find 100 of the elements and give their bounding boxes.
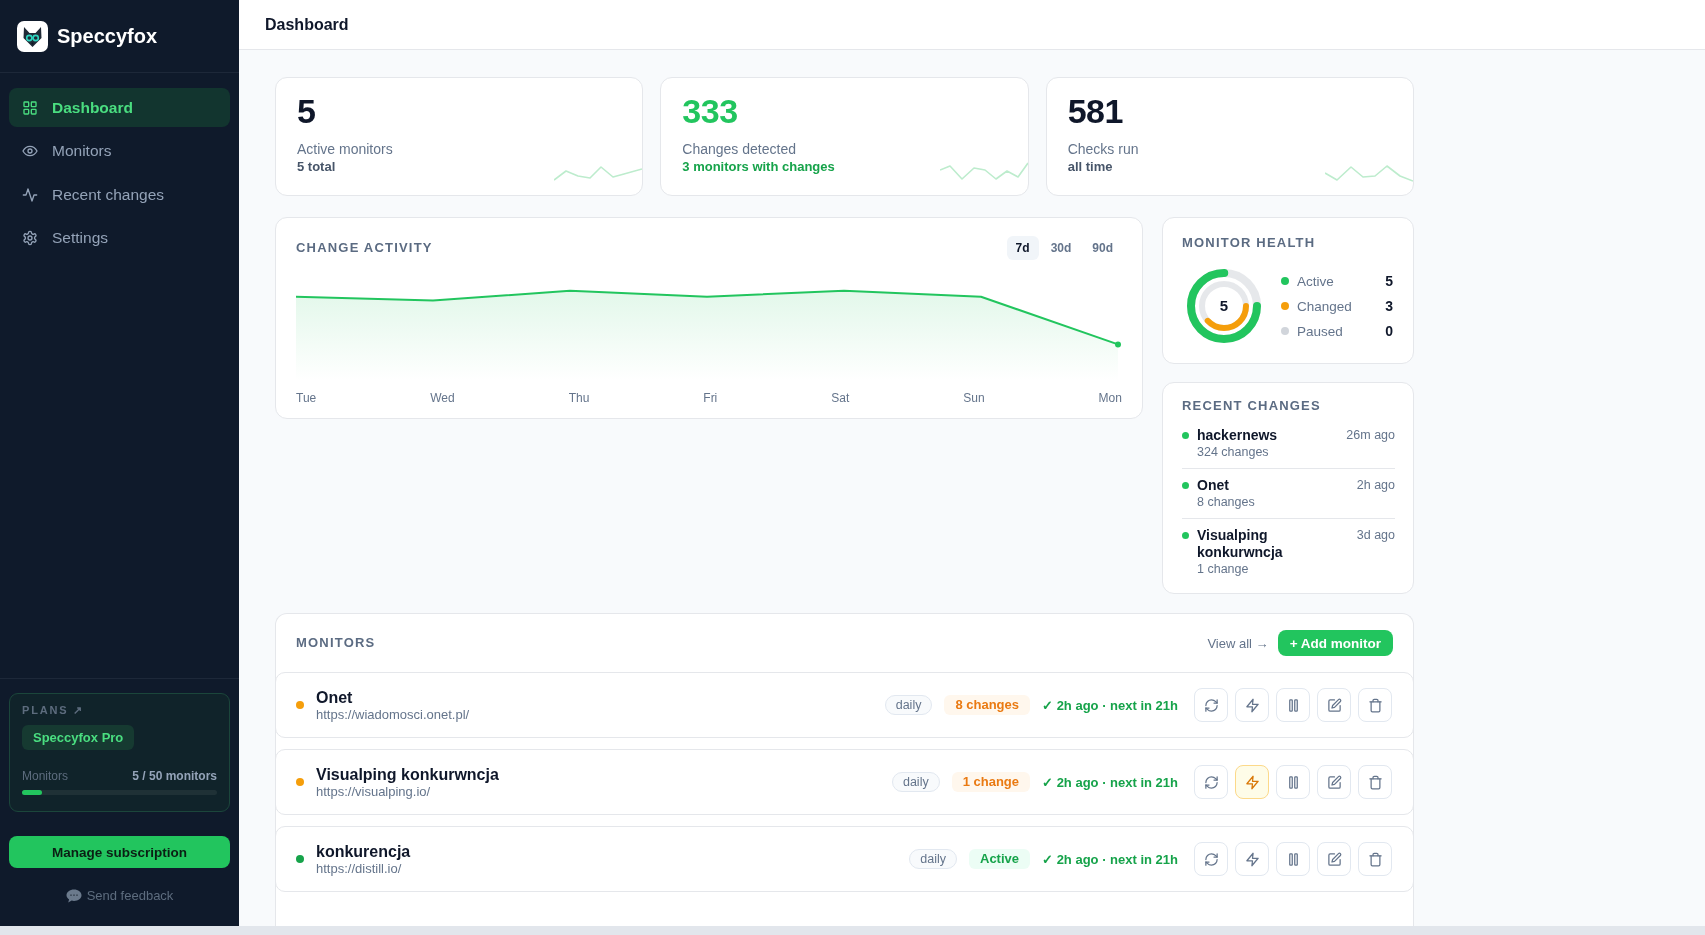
delete-button[interactable] [1358,688,1392,722]
monitor-url: https://visualping.io/ [316,783,432,800]
change-time: 3d ago [1356,527,1395,544]
monitor-name: Visualping konkurwncja [316,764,499,784]
change-monitor-name: hackernews [1197,427,1279,444]
settings-icon [22,230,38,246]
view-all-link[interactable]: View all → [1207,635,1269,651]
edit-button[interactable] [1317,765,1351,799]
change-count: 1 change [1197,561,1250,577]
change-count: 324 changes [1197,444,1270,460]
refresh-icon [1203,851,1219,867]
stat-detail: 5 total [297,158,337,175]
axis-label: Thu [568,390,590,406]
pulse-icon [22,186,38,203]
sidebar-nav-item[interactable]: Recent changes [9,175,230,214]
edit-button[interactable] [1317,842,1351,876]
lightning-icon [1244,851,1260,867]
edit-icon [1326,851,1342,867]
fox-logo-icon [17,20,48,52]
monitor-url: https://wiadomosci.onet.pl/ [316,706,470,723]
stat-value: 333 [682,91,739,131]
status-dot-icon [1182,532,1189,539]
stat-label: Changes detected [682,140,797,158]
page-title: Dashboard [265,15,349,34]
frequency-tag: daily [909,849,957,869]
pause-button[interactable] [1276,765,1310,799]
axis-label: Fri [703,390,718,406]
legend-label: Paused [1297,323,1343,339]
sidebar-nav-item[interactable]: Dashboard [9,88,230,127]
stat-label: Active monitors [297,140,394,158]
refresh-icon [1203,697,1219,713]
change-monitor-name: Visualping konkurwncja [1197,527,1284,561]
edit-button[interactable] [1317,688,1351,722]
usage-value: 5 / 50 monitors [132,768,217,784]
card-title: RECENT CHANGES [1182,398,1322,414]
last-check-text: ✓ 2h ago · next in 21h [1042,851,1178,867]
grid-icon [22,99,38,116]
pause-button[interactable] [1276,842,1310,876]
monitor-name: Onet [316,687,354,707]
stat-detail: 3 monitors with changes [682,158,836,175]
change-time: 26m ago [1346,427,1395,444]
stat-label: Checks run [1067,140,1140,158]
stat-detail: all time [1067,158,1114,175]
legend-label: Active [1297,273,1334,289]
status-dot-icon [1182,432,1189,439]
lightning-button[interactable] [1235,842,1269,876]
trash-icon [1367,774,1383,790]
horizontal-scrollbar[interactable] [0,926,1705,935]
frequency-tag: daily [891,772,940,792]
lightning-button[interactable] [1235,688,1269,722]
stat-value: 581 [1067,91,1124,131]
legend-count: 3 [1385,298,1393,314]
last-check-text: ✓ 2h ago · next in 21h [1042,697,1178,713]
status-tag: Active [969,849,1031,869]
monitor-name: konkurencja [316,841,411,861]
legend-label: Changed [1297,298,1352,314]
axis-label: Sat [831,390,850,406]
edit-icon [1326,697,1342,713]
card-title: MONITORS [296,635,376,651]
lightning-icon [1244,697,1260,713]
card-title: CHANGE ACTIVITY [296,240,433,256]
legend-count: 0 [1385,323,1393,339]
edit-icon [1326,774,1342,790]
axis-label: Tue [296,390,317,406]
monitor-url: https://distill.io/ [316,860,403,877]
plan-badge: Speccyfox Pro [22,725,135,750]
delete-button[interactable] [1358,842,1392,876]
stat-value: 5 [297,91,317,131]
refresh-button[interactable] [1194,842,1228,876]
lightning-icon [1244,774,1260,790]
eye-icon [22,143,38,159]
pause-button[interactable] [1276,688,1310,722]
status-tag: 1 change [951,772,1031,792]
trash-icon [1367,697,1383,713]
last-check-text: ✓ 2h ago · next in 21h [1042,774,1178,790]
status-dot-icon [1182,482,1189,489]
sidebar-nav-item[interactable]: Settings [9,218,230,258]
range-tab[interactable]: 7d [1006,236,1039,260]
manage-subscription-button[interactable]: Manage subscription [9,836,230,868]
usage-label: Monitors [22,768,68,784]
delete-button[interactable] [1358,765,1392,799]
legend-count: 5 [1385,273,1393,289]
frequency-tag: daily [884,695,933,715]
card-title: MONITOR HEALTH [1182,235,1317,251]
status-tag: 8 changes [944,695,1031,715]
refresh-button[interactable] [1194,765,1228,799]
range-tab[interactable]: 30d [1041,236,1081,260]
refresh-icon [1203,774,1219,790]
axis-label: Mon [1098,390,1122,406]
refresh-button[interactable] [1194,688,1228,722]
axis-label: Sun [963,390,985,406]
change-count: 8 changes [1197,494,1256,510]
range-tab[interactable]: 90d [1083,236,1122,260]
axis-label: Wed [430,390,455,406]
app-name: Speccyfox [57,24,158,48]
donut-center-value: 5 [1219,297,1229,315]
sidebar-nav-item[interactable]: Monitors [9,131,230,171]
lightning-button[interactable] [1235,765,1269,799]
trash-icon [1367,851,1383,867]
change-time: 2h ago [1356,477,1395,494]
